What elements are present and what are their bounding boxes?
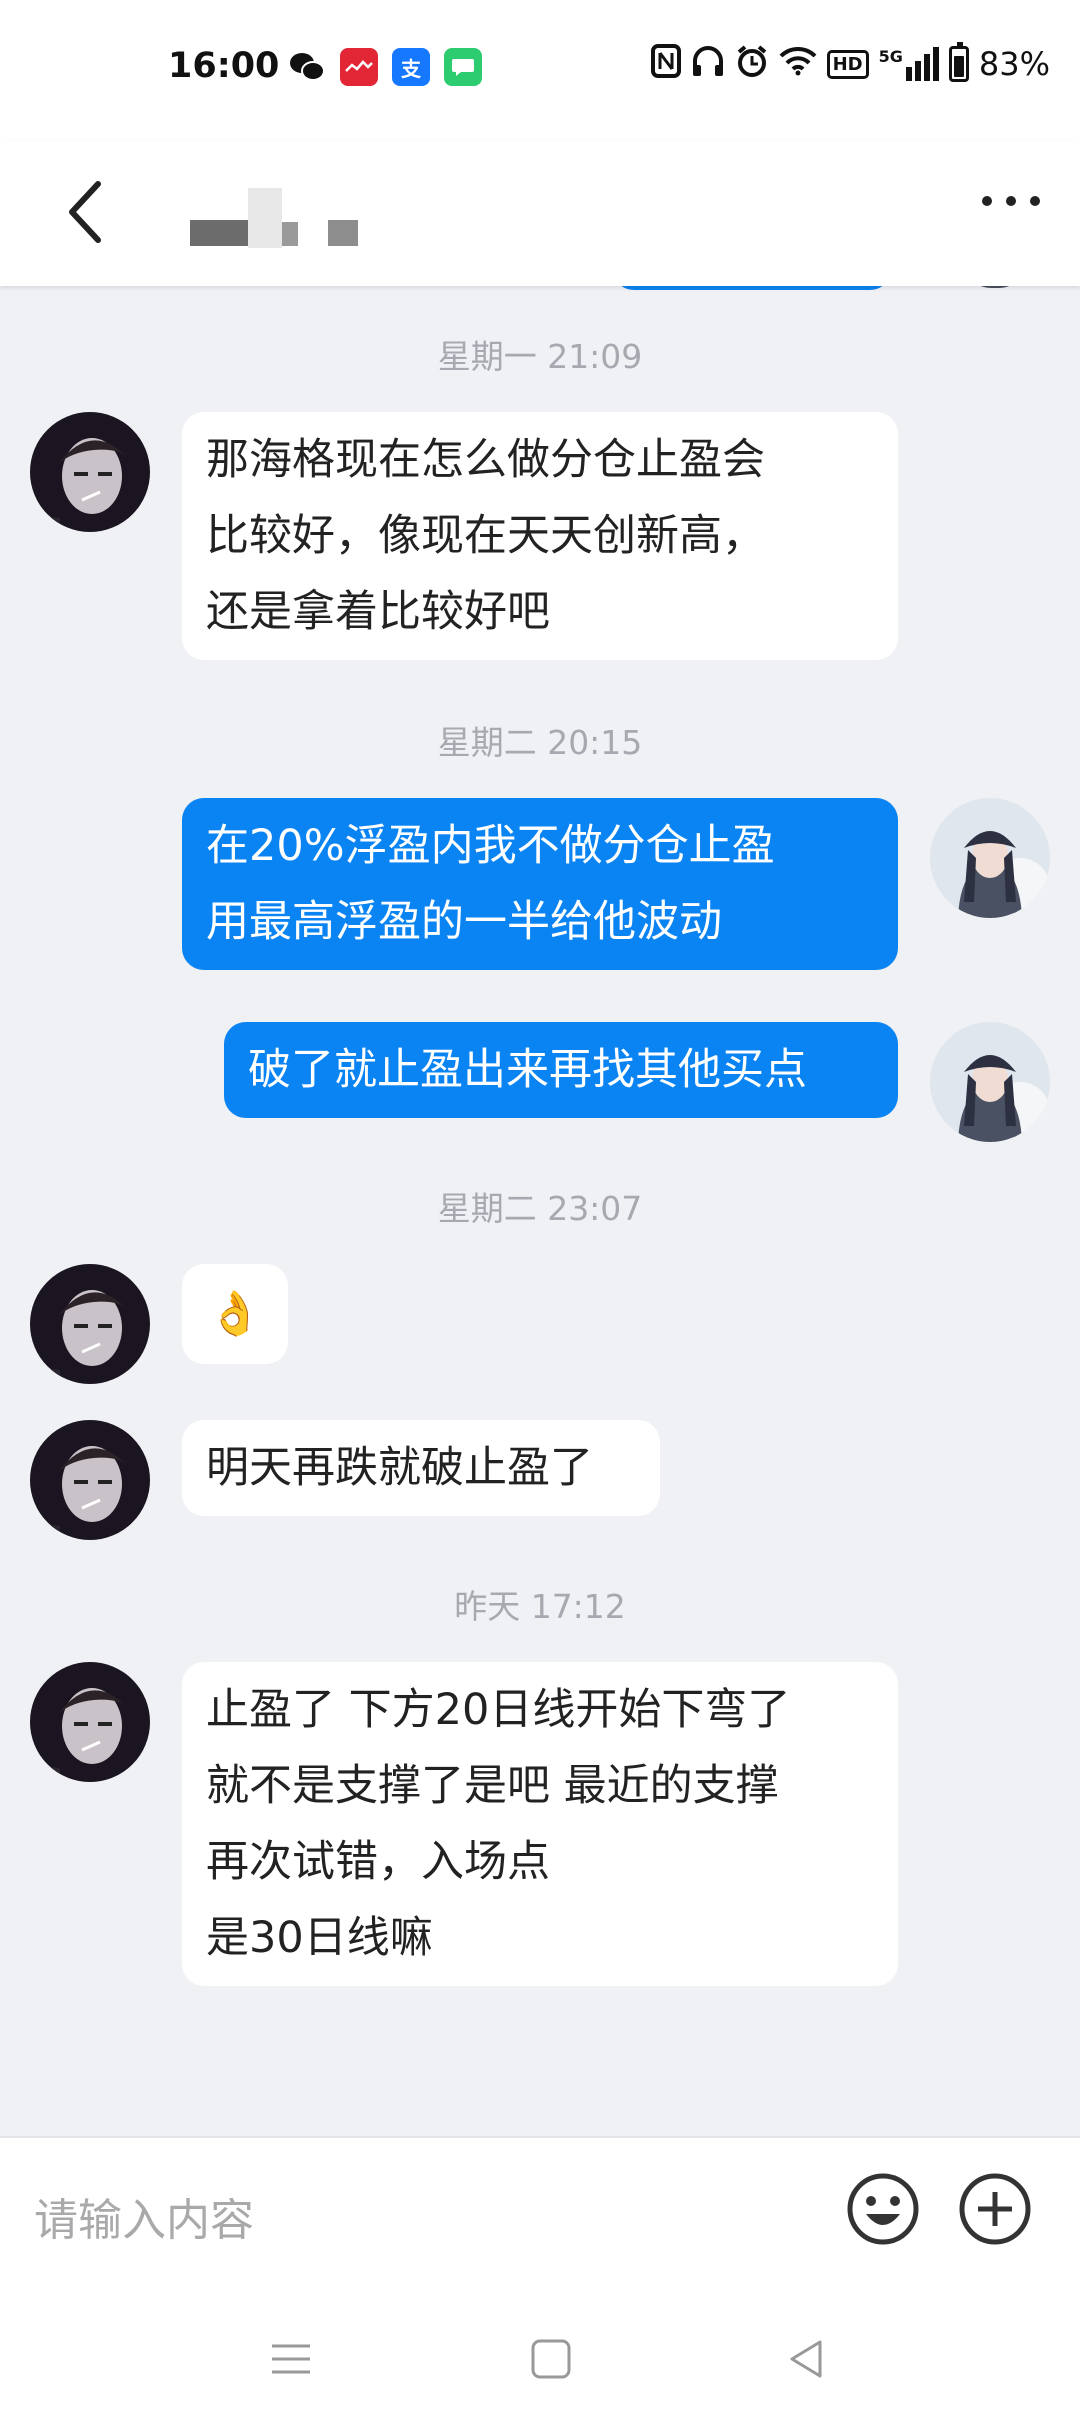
incoming-message[interactable]: 明天再跌就破止盈了	[182, 1420, 660, 1516]
message-line: 在20%浮盈内我不做分仓止盈	[206, 821, 775, 871]
home-nav-icon[interactable]	[530, 2338, 572, 2384]
contact-avatar[interactable]	[30, 412, 150, 532]
incoming-message[interactable]: 止盈了 下方20日线开始下弯了 就不是支撑了是吧 最近的支撑 再次试错，入场点 …	[182, 1662, 898, 1986]
ok-hand-emoji: 👌	[208, 1289, 262, 1339]
message-line: 再次试错，入场点	[206, 1837, 550, 1887]
hd-label: HD	[826, 49, 869, 79]
network-type: 5G	[878, 47, 903, 66]
self-avatar[interactable]	[930, 1022, 1050, 1142]
battery-icon	[948, 42, 969, 82]
timestamp: 星期二 20:15	[437, 723, 643, 762]
wechat-icon	[288, 48, 326, 86]
wifi-icon	[779, 46, 817, 82]
message-line: 比较好，像现在天天创新高，	[206, 511, 765, 561]
input-bar: 请输入内容	[0, 2136, 1080, 2414]
message-line: 那海格现在怎么做分仓止盈会	[206, 435, 765, 485]
contact-avatar[interactable]	[30, 1662, 150, 1782]
timestamp: 星期二 23:07	[437, 1189, 643, 1228]
menu-nav-icon[interactable]	[270, 2338, 312, 2384]
timestamp: 昨天 17:12	[454, 1587, 626, 1626]
plus-icon[interactable]	[958, 2172, 1032, 2246]
system-nav-bar	[0, 2338, 1080, 2408]
message-line: 还是拿着比较好吧	[206, 587, 550, 637]
status-bar: 16:00 支 HD 5G 83%	[0, 0, 1080, 140]
chat-header	[0, 140, 1080, 286]
notification-apps: 支	[288, 48, 482, 86]
nfc-icon	[650, 44, 681, 84]
signal-icon: 5G	[879, 47, 939, 81]
alipay-icon: 支	[392, 48, 430, 86]
message-line: 用最高浮盈的一半给他波动	[206, 897, 722, 947]
contact-avatar[interactable]	[30, 1420, 150, 1540]
message-line: 明天再跌就破止盈了	[206, 1443, 593, 1493]
headphones-icon	[691, 45, 725, 83]
message-app-icon	[444, 48, 482, 86]
message-input[interactable]: 请输入内容	[34, 2184, 254, 2248]
outgoing-message[interactable]: 在20%浮盈内我不做分仓止盈 用最高浮盈的一半给他波动	[182, 798, 898, 970]
incoming-message[interactable]: 那海格现在怎么做分仓止盈会 比较好，像现在天天创新高， 还是拿着比较好吧	[182, 412, 898, 660]
message-line: 止盈了 下方20日线开始下弯了	[206, 1685, 791, 1735]
self-avatar[interactable]	[930, 798, 1050, 918]
alarm-icon	[735, 44, 769, 84]
message-line: 就不是支撑了是吧 最近的支撑	[206, 1761, 779, 1811]
stock-app-icon	[340, 48, 378, 86]
timestamp: 星期一 21:09	[437, 337, 643, 376]
status-time: 16:00	[168, 46, 280, 86]
status-right: HD 5G 83%	[650, 42, 1050, 84]
contact-avatar[interactable]	[30, 1264, 150, 1384]
message-line: 是30日线嘛	[206, 1913, 433, 1963]
more-icon[interactable]	[982, 196, 1040, 206]
incoming-message[interactable]: 👌	[182, 1264, 288, 1364]
outgoing-message[interactable]: 破了就止盈出来再找其他买点	[224, 1022, 898, 1118]
message-line: 破了就止盈出来再找其他买点	[248, 1045, 807, 1095]
emoji-icon[interactable]	[846, 2172, 920, 2246]
back-nav-icon[interactable]	[786, 2338, 828, 2384]
back-arrow-icon[interactable]	[58, 176, 118, 248]
battery-percent: 83%	[978, 45, 1050, 83]
contact-name-blurred	[190, 176, 358, 248]
